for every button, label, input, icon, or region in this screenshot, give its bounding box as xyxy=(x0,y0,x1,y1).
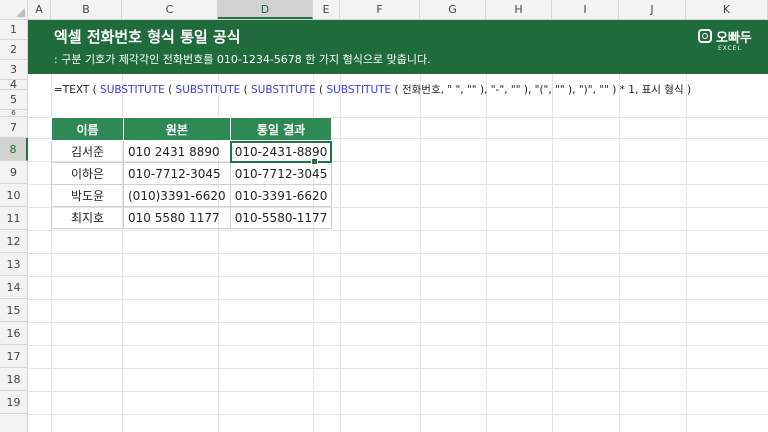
row-header-13[interactable]: 13 xyxy=(0,253,27,276)
formula-text: =TEXT ( SUBSTITUTE ( SUBSTITUTE ( SUBSTI… xyxy=(54,82,691,97)
row-header-15[interactable]: 15 xyxy=(0,299,27,322)
row-header-3[interactable]: 3 xyxy=(0,60,27,80)
row-header-7[interactable]: 7 xyxy=(0,117,27,138)
result-cell[interactable]: 010-5580-1177 xyxy=(229,206,333,229)
formula-part: ( xyxy=(240,84,252,96)
banner-title: 엑셀 전화번호 형식 통일 공식 xyxy=(54,28,241,46)
column-header-g[interactable]: G xyxy=(420,0,486,19)
logo-text: 오빠두 xyxy=(716,31,752,46)
row-header-2[interactable]: 2 xyxy=(0,40,27,60)
name-cell[interactable]: 박도윤 xyxy=(51,184,124,207)
logo-icon xyxy=(698,29,712,43)
row-header-14[interactable]: 14 xyxy=(0,276,27,299)
row-header-12[interactable]: 12 xyxy=(0,230,27,253)
row-header-8[interactable]: 8 xyxy=(0,138,28,161)
name-cell[interactable]: 김서준 xyxy=(51,140,124,163)
banner-subtitle: : 구분 기호가 제각각인 전화번호를 010-1234-5678 한 가지 형… xyxy=(54,53,431,66)
row-header-1[interactable]: 1 xyxy=(0,20,27,40)
formula-function: SUBSTITUTE xyxy=(326,84,392,96)
original-cell[interactable]: 010-7712-3045 xyxy=(123,162,231,185)
column-header-b[interactable]: B xyxy=(51,0,122,19)
row-header-17[interactable]: 17 xyxy=(0,345,27,368)
select-all-corner[interactable] xyxy=(0,0,28,19)
formula-function: SUBSTITUTE xyxy=(251,84,316,96)
formula-function: SUBSTITUTE xyxy=(100,84,165,96)
name-cell[interactable]: 이하은 xyxy=(51,162,124,185)
row-header-bar: 1 2 3 4 5 6 7 8 9 10 11 12 13 14 15 16 1… xyxy=(0,20,28,432)
formula-part: ( xyxy=(315,84,327,96)
fill-handle[interactable] xyxy=(311,158,318,165)
column-header-k[interactable]: K xyxy=(686,0,768,19)
row-header-19[interactable]: 19 xyxy=(0,391,27,414)
column-header-j[interactable]: J xyxy=(619,0,686,19)
table-row: 김서준 010 2431 8890 010-2431-8890 xyxy=(51,140,333,163)
column-header-c[interactable]: C xyxy=(122,0,218,19)
column-header-d[interactable]: D xyxy=(218,0,313,19)
oppadu-logo: 오빠두 EXCEL xyxy=(698,27,754,57)
row-header-18[interactable]: 18 xyxy=(0,368,27,391)
row-header-6[interactable]: 6 xyxy=(0,110,27,117)
header-name[interactable]: 이름 xyxy=(51,117,124,141)
column-header-f[interactable]: F xyxy=(340,0,420,19)
original-cell[interactable]: 010 2431 8890 xyxy=(123,140,231,163)
formula-part: ( 전화번호, " ", "" ), "-", "" ), "(", "" ),… xyxy=(391,84,692,96)
row-header-11[interactable]: 11 xyxy=(0,207,27,230)
logo-subtext: EXCEL xyxy=(718,45,742,52)
table-row: 최지호 010 5580 1177 010-5580-1177 xyxy=(51,206,333,229)
row-header-9[interactable]: 9 xyxy=(0,161,27,184)
column-header-i[interactable]: I xyxy=(552,0,619,19)
header-original[interactable]: 원본 xyxy=(123,117,231,141)
original-cell[interactable]: (010)3391-6620 xyxy=(123,184,231,207)
table-row: 이하은 010-7712-3045 010-7712-3045 xyxy=(51,162,333,185)
column-header-h[interactable]: H xyxy=(486,0,552,19)
row-header-5[interactable]: 5 xyxy=(0,90,27,110)
formula-part: =TEXT ( xyxy=(54,84,101,96)
result-cell[interactable]: 010-3391-6620 xyxy=(229,184,333,207)
row-header-4[interactable]: 4 xyxy=(0,79,27,90)
row-header-16[interactable]: 16 xyxy=(0,322,27,345)
row-header-10[interactable]: 10 xyxy=(0,184,27,207)
column-header-e[interactable]: E xyxy=(313,0,340,19)
column-header-bar: A B C D E F G H I J K xyxy=(0,0,768,20)
formula-function: SUBSTITUTE xyxy=(175,84,241,96)
result-cell[interactable]: 010-7712-3045 xyxy=(229,162,333,185)
phone-table: 이름 원본 통일 결과 김서준 010 2431 8890 010-2431-8… xyxy=(51,117,333,229)
original-cell[interactable]: 010 5580 1177 xyxy=(123,206,231,229)
formula-part: ( xyxy=(164,84,176,96)
header-result[interactable]: 통일 결과 xyxy=(229,117,333,141)
table-row: 박도윤 (010)3391-6620 010-3391-6620 xyxy=(51,184,333,207)
column-header-a[interactable]: A xyxy=(28,0,51,19)
name-cell[interactable]: 최지호 xyxy=(51,206,124,229)
